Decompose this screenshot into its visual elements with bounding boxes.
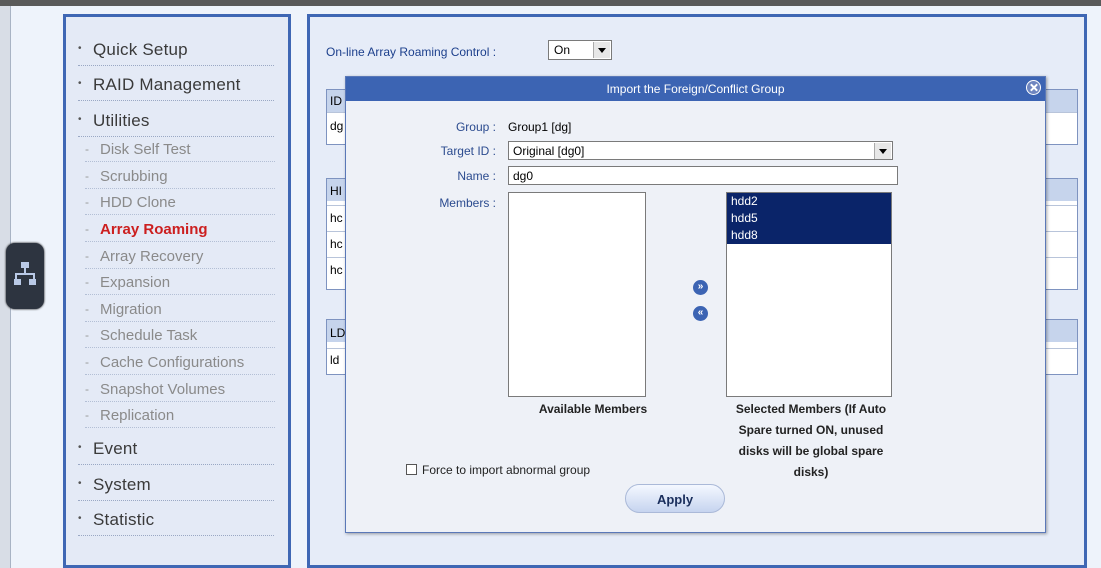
table-header-text: LD (330, 326, 346, 340)
target-id-label: Target ID : (440, 144, 496, 158)
target-id-select[interactable]: Original [dg0] (508, 141, 893, 160)
list-item[interactable]: hdd8 (727, 227, 891, 244)
table-cell: hc (330, 237, 343, 251)
sidebar-item-label: Disk Self Test (100, 141, 191, 158)
sidebar-item-hdd-clone[interactable]: - HDD Clone (85, 192, 275, 215)
dialog-title-bar: Import the Foreign/Conflict Group (346, 77, 1045, 101)
dash-marker: - (85, 408, 89, 422)
sidebar-item-array-recovery[interactable]: - Array Recovery (85, 246, 275, 269)
table-cell: hc (330, 211, 343, 225)
sidebar-item-label: Array Recovery (100, 248, 204, 265)
bullet-icon: • (78, 114, 82, 125)
table-cell: dg (330, 119, 344, 133)
dash-marker: - (85, 142, 89, 156)
sidebar-item-label: Migration (100, 301, 162, 318)
dash-marker: - (85, 355, 89, 369)
bullet-icon: • (78, 43, 82, 54)
force-import-checkbox[interactable] (406, 464, 417, 475)
bullet-icon: • (78, 442, 82, 453)
dash-marker: - (85, 328, 89, 342)
menu-raid-management[interactable]: • RAID Management (78, 74, 274, 101)
sidebar-item-label: Cache Configurations (100, 354, 245, 371)
selected-members-list[interactable]: hdd2 hdd5 hdd8 (726, 192, 892, 397)
roaming-control-label: On-line Array Roaming Control : (326, 45, 497, 59)
sidebar-item-cache-configurations[interactable]: - Cache Configurations (85, 352, 275, 375)
sidebar-item-migration[interactable]: - Migration (85, 299, 275, 322)
group-label: Group : (455, 120, 496, 134)
roaming-control-value: On (554, 43, 571, 57)
dialog-title: Import the Foreign/Conflict Group (606, 82, 785, 96)
add-member-button[interactable]: » (693, 280, 708, 295)
menu-label: Event (93, 439, 138, 458)
roaming-control-select[interactable]: On (548, 40, 612, 60)
menu-system[interactable]: • System (78, 474, 274, 501)
sidebar-item-expansion[interactable]: - Expansion (85, 272, 275, 295)
remove-member-button[interactable]: « (693, 306, 708, 321)
menu-statistic[interactable]: • Statistic (78, 509, 274, 536)
dash-marker: - (85, 275, 89, 289)
target-id-value: Original [dg0] (513, 144, 585, 158)
name-label: Name : (457, 169, 496, 183)
sidebar-item-label: Replication (100, 407, 175, 424)
members-label: Members : (439, 196, 496, 210)
app-dock-tab[interactable] (6, 243, 44, 309)
sidebar-item-array-roaming[interactable]: - Array Roaming (85, 219, 275, 242)
sidebar-item-replication[interactable]: - Replication (85, 405, 275, 428)
menu-event[interactable]: • Event (78, 438, 274, 465)
sidebar-item-label: Snapshot Volumes (100, 381, 226, 398)
caption-line: disks will be global spare (738, 444, 884, 458)
caption-line: Spare turned ON, unused (738, 423, 884, 437)
available-members-caption: Available Members (538, 402, 648, 416)
apply-button-label: Apply (656, 492, 694, 507)
network-storage-icon (14, 262, 36, 285)
apply-button[interactable]: Apply (625, 484, 725, 513)
import-group-dialog: Import the Foreign/Conflict Group Group … (345, 76, 1046, 533)
name-field[interactable] (508, 166, 898, 185)
sidebar-item-label: Scrubbing (100, 168, 168, 185)
dash-marker: - (85, 302, 89, 316)
sidebar-item-label: Array Roaming (100, 221, 208, 238)
bullet-icon: • (78, 78, 82, 89)
list-item[interactable]: hdd5 (727, 210, 891, 227)
menu-label: Quick Setup (93, 40, 188, 59)
caption-line: Selected Members (If Auto (735, 402, 887, 416)
sidebar-item-label: Schedule Task (100, 327, 198, 344)
force-import-label: Force to import abnormal group (422, 463, 591, 477)
sidebar-item-label: Expansion (100, 274, 171, 291)
dash-marker: - (85, 222, 89, 236)
available-members-list[interactable] (508, 192, 646, 397)
bullet-icon: • (78, 513, 82, 524)
caption-line: disks) (793, 465, 829, 479)
bullet-icon: • (78, 478, 82, 489)
sidebar-item-snapshot-volumes[interactable]: - Snapshot Volumes (85, 379, 275, 402)
sidebar-item-disk-self-test[interactable]: - Disk Self Test (85, 139, 275, 162)
sidebar-menu: • Quick Setup • RAID Management • Utilit… (63, 14, 291, 568)
menu-utilities[interactable]: • Utilities (78, 110, 274, 137)
menu-quick-setup[interactable]: • Quick Setup (78, 39, 274, 66)
table-header-text: HI (330, 184, 342, 198)
dash-marker: - (85, 382, 89, 396)
table-cell: ld (330, 353, 340, 367)
close-icon[interactable] (1026, 80, 1041, 95)
sidebar-item-label: HDD Clone (100, 194, 176, 211)
list-item[interactable]: hdd2 (727, 193, 891, 210)
menu-label: RAID Management (93, 75, 241, 94)
menu-label: Utilities (93, 111, 150, 130)
sidebar-item-schedule-task[interactable]: - Schedule Task (85, 325, 275, 348)
dash-marker: - (85, 169, 89, 183)
chevron-down-icon[interactable] (593, 42, 610, 58)
group-value: Group1 [dg] (508, 120, 572, 134)
table-cell: hc (330, 263, 343, 277)
dash-marker: - (85, 249, 89, 263)
chevron-down-icon[interactable] (874, 143, 891, 159)
selected-members-caption: Selected Members (If Auto Spare turned O… (716, 399, 906, 483)
menu-label: Statistic (93, 510, 155, 529)
menu-label: System (93, 475, 151, 494)
table-header-text: ID (330, 94, 342, 108)
sidebar-item-scrubbing[interactable]: - Scrubbing (85, 166, 275, 189)
dash-marker: - (85, 195, 89, 209)
